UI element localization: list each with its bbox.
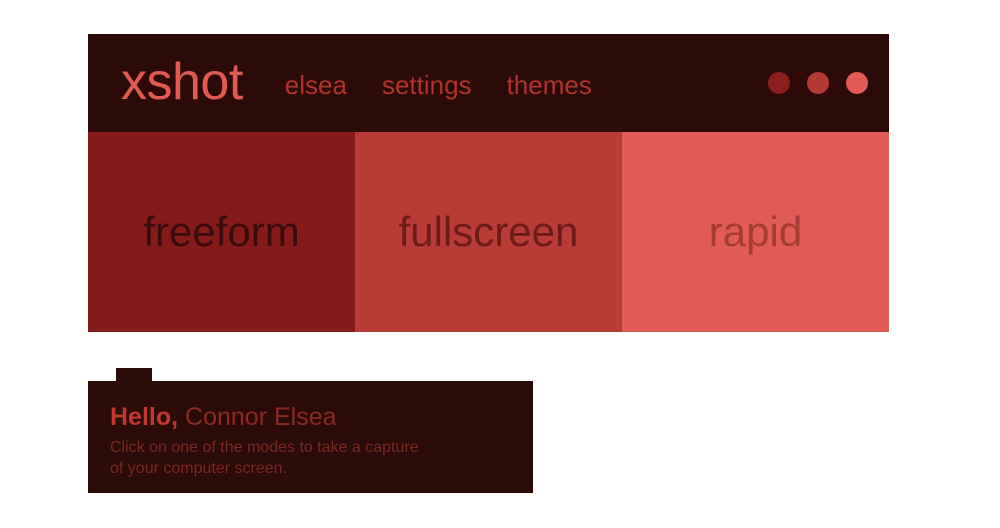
window-control-dot-dark[interactable]	[768, 72, 790, 94]
window-control-dot-light[interactable]	[846, 72, 868, 94]
greeting-card-body: Hello, Connor Elsea Click on one of the …	[88, 381, 533, 493]
titlebar: xshot elsea settings themes	[88, 34, 889, 132]
nav-item-themes[interactable]: themes	[507, 72, 592, 98]
mode-tile-freeform[interactable]: freeform	[88, 132, 355, 332]
window-controls	[751, 72, 868, 94]
nav-item-settings[interactable]: settings	[382, 72, 472, 98]
app-logo: xshot	[121, 53, 243, 111]
main-nav: elsea settings themes	[285, 72, 592, 98]
mode-tile-rapid-label: rapid	[708, 208, 803, 255]
greeting-hello: Hello,	[110, 403, 179, 431]
greeting-card-notch	[116, 368, 152, 381]
window-control-dot-medium[interactable]	[807, 72, 829, 94]
mode-tile-fullscreen-label: fullscreen	[398, 208, 579, 255]
mode-tile-freeform-label: freeform	[143, 208, 300, 255]
mode-tile-fullscreen[interactable]: fullscreen	[355, 132, 622, 332]
app-window: xshot elsea settings themes freeform ful…	[88, 34, 889, 332]
mode-tile-rapid[interactable]: rapid	[622, 132, 889, 332]
nav-item-elsea[interactable]: elsea	[285, 72, 347, 98]
greeting-user-name: Connor Elsea	[185, 403, 337, 431]
greeting-instructions-line-1: Click on one of the modes to take a capt…	[110, 439, 419, 456]
greeting-line: Hello, Connor Elsea	[110, 403, 511, 431]
greeting-instructions-line-2: of your computer screen.	[110, 460, 287, 478]
mode-tiles: freeform fullscreen rapid	[88, 132, 889, 332]
greeting-instructions: Click on one of the modes to take a capt…	[110, 437, 511, 479]
